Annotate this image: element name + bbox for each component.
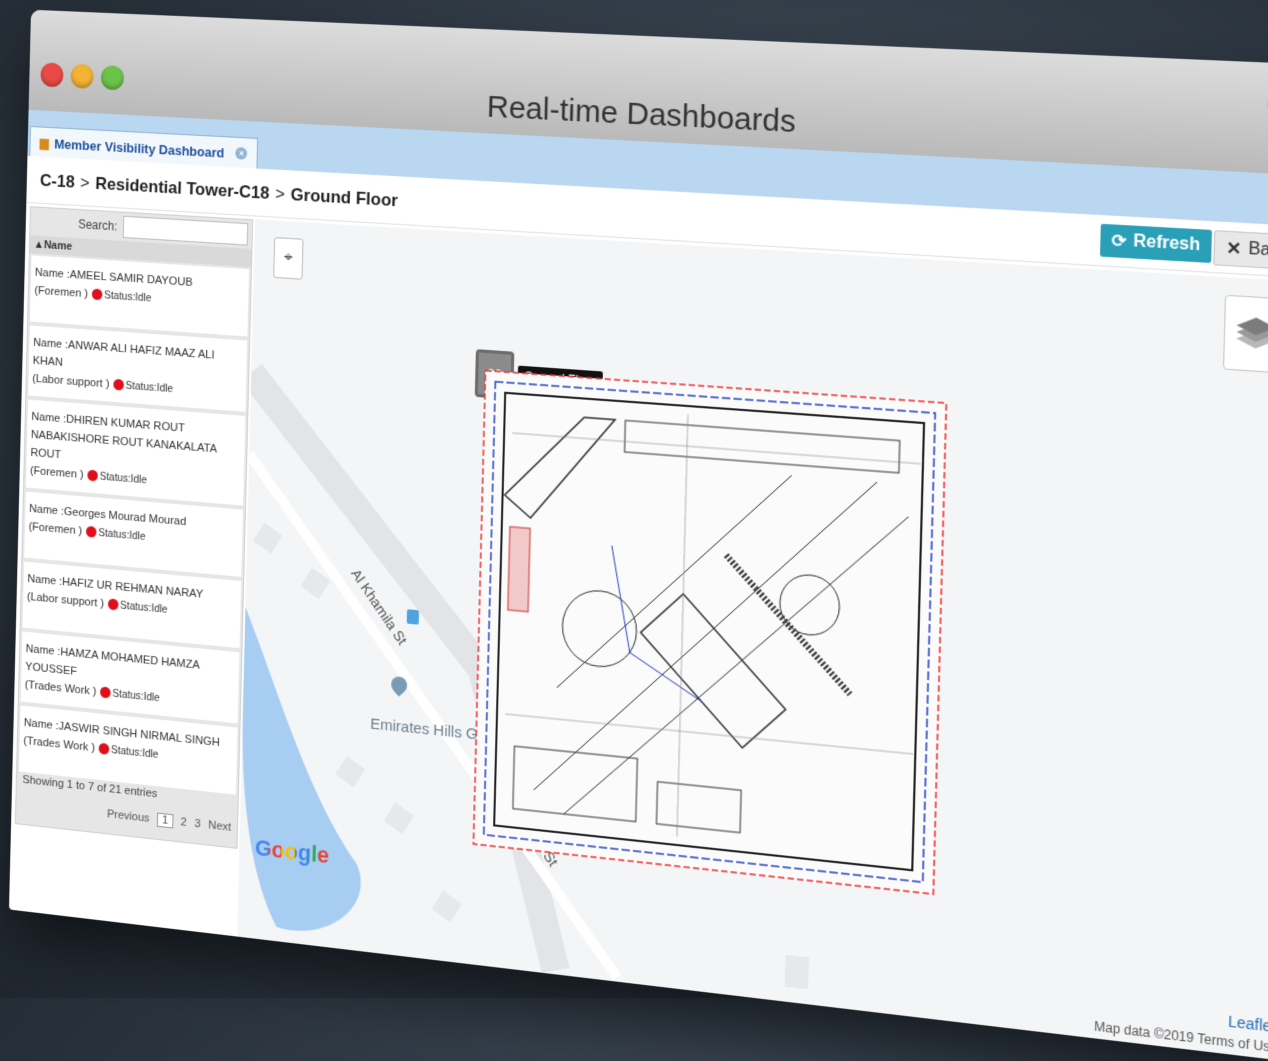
breadcrumb-item-tower[interactable]: Residential Tower-C18 <box>95 174 269 204</box>
pager-page-3[interactable]: 3 <box>194 818 200 831</box>
member-role: (Labor support ) <box>32 372 110 391</box>
pager-next[interactable]: Next <box>208 819 231 834</box>
pager-previous[interactable]: Previous <box>107 808 150 825</box>
list-item[interactable]: Name :AMEEL SAMIR DAYOUB (Foremen ) Statu… <box>29 255 250 337</box>
pager-page-2[interactable]: 2 <box>180 816 186 829</box>
breadcrumb-separator: > <box>274 183 286 204</box>
action-buttons: ⟳ Refresh ✕ Back <box>1100 223 1268 271</box>
tab-label: Member Visibility Dashboard <box>54 135 225 161</box>
status-dot-icon <box>87 469 98 482</box>
app-window: Real-time Dashboards ⤢ ▆ Member Visibili… <box>8 9 1268 1061</box>
breadcrumb-item-floor: Ground Floor <box>290 184 399 211</box>
member-status: Status:Idle <box>103 289 152 305</box>
member-status: Status:Idle <box>125 379 174 396</box>
status-dot-icon <box>100 686 111 699</box>
floor-plan-overlay <box>471 368 948 896</box>
layers-icon <box>1236 316 1268 350</box>
member-status: Status:Idle <box>99 470 147 487</box>
member-status: Status:Idle <box>98 526 146 544</box>
refresh-label: Refresh <box>1133 232 1201 255</box>
status-dot-icon <box>85 526 97 539</box>
locate-button[interactable]: ⌖ <box>273 237 304 280</box>
member-role: (Foremen ) <box>34 284 89 301</box>
member-role: (Foremen ) <box>29 464 84 482</box>
member-role: (Labor support ) <box>26 590 105 611</box>
pager-page-1[interactable]: 1 <box>157 812 174 829</box>
status-dot-icon <box>98 743 110 756</box>
map-view[interactable]: ⌖ Al Khamila St Emirates Hills G St 20 G… <box>237 219 1268 1061</box>
crosshair-icon: ⌖ <box>283 248 293 267</box>
member-list: Name :AMEEL SAMIR DAYOUB (Foremen ) Statu… <box>17 253 251 801</box>
pagination: Previous 1 2 3 Next <box>107 807 232 835</box>
back-button[interactable]: ✕ Back <box>1213 230 1268 271</box>
member-role: (Foremen ) <box>28 520 83 538</box>
bus-stop-icon <box>406 609 420 625</box>
status-dot-icon <box>113 379 124 392</box>
member-status: Status:Idle <box>110 743 159 761</box>
refresh-button[interactable]: ⟳ Refresh <box>1100 223 1212 263</box>
breadcrumb-separator: > <box>80 172 90 193</box>
member-status: Status:Idle <box>120 599 168 616</box>
chart-icon: ▆ <box>39 135 49 151</box>
breadcrumb: C-18 > Residential Tower-C18 > Ground Fl… <box>40 171 398 212</box>
stage: Real-time Dashboards ⤢ ▆ Member Visibili… <box>0 0 1268 1061</box>
tab-close-icon[interactable]: × <box>235 146 248 160</box>
status-dot-icon <box>91 288 103 301</box>
member-status: Status:Idle <box>112 687 160 705</box>
back-label: Back <box>1248 239 1268 261</box>
breadcrumb-item-c18[interactable]: C-18 <box>40 171 75 193</box>
search-label: Search: <box>77 217 118 234</box>
refresh-icon: ⟳ <box>1111 232 1127 252</box>
layers-button[interactable] <box>1222 294 1268 374</box>
member-role: (Trades Work ) <box>24 678 97 699</box>
list-item[interactable]: Name :ANWAR ALI HAFIZ MAAZ ALI KHAN (Lab… <box>28 325 248 412</box>
close-x-icon: ✕ <box>1225 239 1242 260</box>
list-item[interactable]: Name :DHIREN KUMAR ROUT NABAKISHORE ROUT… <box>25 399 246 506</box>
column-header-label: Name <box>43 239 73 253</box>
member-list-panel: Search: ▲Name Name :AMEEL SAMIR DAYOUB (… <box>14 206 254 849</box>
member-role: (Trades Work ) <box>23 734 96 755</box>
status-dot-icon <box>107 598 119 611</box>
sort-asc-icon: ▲ <box>33 238 45 252</box>
